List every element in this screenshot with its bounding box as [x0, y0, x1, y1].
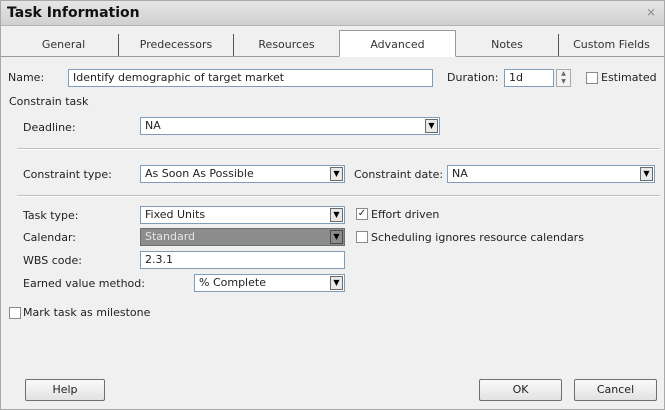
constraint-date-value: NA	[452, 167, 468, 180]
effort-driven-label: Effort driven	[371, 208, 440, 221]
milestone-checkbox[interactable]	[9, 307, 21, 319]
effort-driven-checkbox[interactable]: ✓	[356, 208, 368, 220]
scheduling-ignores-checkbox[interactable]	[356, 231, 368, 243]
task-type-value: Fixed Units	[145, 208, 206, 221]
chevron-down-icon[interactable]: ▼	[330, 276, 343, 290]
scheduling-ignores-label: Scheduling ignores resource calendars	[371, 231, 584, 244]
title-bar: Task Information ⨯	[1, 1, 664, 26]
earned-value-value: % Complete	[199, 276, 266, 289]
task-information-dialog: Task Information ⨯ General Predecessors …	[0, 0, 665, 410]
task-type-label: Task type:	[23, 209, 79, 222]
constraint-type-value: As Soon As Possible	[145, 167, 254, 180]
wbs-code-field[interactable]: 2.3.1	[140, 251, 345, 269]
calendar-select[interactable]: Standard ▼	[140, 228, 345, 246]
duration-field[interactable]: 1d	[504, 69, 554, 87]
divider	[17, 195, 660, 197]
name-label: Name:	[8, 71, 45, 84]
divider	[17, 148, 660, 150]
constraint-type-label: Constraint type:	[23, 168, 112, 181]
cancel-button[interactable]: Cancel	[574, 379, 657, 401]
tab-resources[interactable]: Resources	[234, 34, 339, 56]
chevron-down-icon[interactable]: ▼	[425, 119, 438, 133]
constrain-task-heading: Constrain task	[9, 95, 89, 108]
dialog-title: Task Information	[7, 5, 140, 21]
duration-label: Duration:	[447, 71, 499, 84]
earned-value-label: Earned value method:	[23, 277, 145, 290]
tab-general[interactable]: General	[9, 34, 119, 56]
milestone-label: Mark task as milestone	[23, 306, 151, 319]
duration-spinner[interactable]: ▲ ▼	[556, 69, 571, 87]
tab-notes[interactable]: Notes	[456, 34, 559, 56]
deadline-select[interactable]: NA ▼	[140, 117, 440, 135]
spin-up-icon[interactable]: ▲	[557, 70, 570, 78]
tab-custom-fields[interactable]: Custom Fields	[559, 34, 664, 56]
calendar-value: Standard	[145, 230, 196, 243]
constraint-type-select[interactable]: As Soon As Possible ▼	[140, 165, 345, 183]
calendar-label: Calendar:	[23, 231, 76, 244]
estimated-checkbox[interactable]	[586, 72, 598, 84]
spin-down-icon[interactable]: ▼	[557, 78, 570, 86]
tab-predecessors[interactable]: Predecessors	[119, 34, 234, 56]
constraint-date-select[interactable]: NA ▼	[447, 165, 655, 183]
ok-button[interactable]: OK	[479, 379, 562, 401]
estimated-label: Estimated	[601, 71, 657, 84]
chevron-down-icon[interactable]: ▼	[330, 208, 343, 222]
help-close-icon[interactable]: ⨯	[644, 5, 658, 19]
chevron-down-icon[interactable]: ▼	[330, 230, 343, 244]
tab-advanced[interactable]: Advanced	[339, 30, 456, 57]
help-button[interactable]: Help	[25, 379, 105, 401]
constraint-date-label: Constraint date:	[354, 168, 444, 181]
name-field[interactable]: Identify demographic of target market	[68, 69, 433, 87]
deadline-value: NA	[145, 119, 161, 132]
deadline-label: Deadline:	[23, 121, 76, 134]
earned-value-select[interactable]: % Complete ▼	[194, 274, 345, 292]
wbs-code-label: WBS code:	[23, 254, 82, 267]
chevron-down-icon[interactable]: ▼	[330, 167, 343, 181]
chevron-down-icon[interactable]: ▼	[640, 167, 653, 181]
tab-strip: General Predecessors Resources Advanced …	[1, 30, 664, 57]
task-type-select[interactable]: Fixed Units ▼	[140, 206, 345, 224]
